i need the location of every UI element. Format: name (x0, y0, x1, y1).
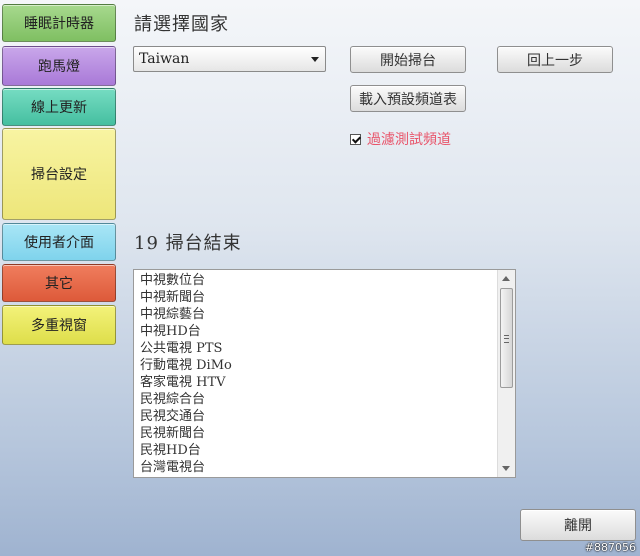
list-item[interactable]: 民視交通台 (140, 408, 493, 425)
back-button[interactable]: 回上一步 (497, 46, 613, 73)
sidebar-item-scan-settings[interactable]: 掃台設定 (2, 128, 116, 220)
list-item[interactable]: 中視數位台 (140, 272, 493, 289)
filter-test-channel-checkbox[interactable] (350, 133, 361, 145)
sidebar-item-marquee[interactable]: 跑馬燈 (2, 46, 116, 86)
sidebar-item-other[interactable]: 其它 (2, 264, 116, 302)
scrollbar-thumb[interactable] (500, 288, 513, 388)
list-item[interactable]: 民視新聞台 (140, 425, 493, 442)
dropdown-arrow-icon[interactable] (311, 57, 319, 62)
scroll-up-arrow-icon[interactable] (502, 276, 510, 281)
country-select[interactable]: Taiwan (133, 46, 326, 72)
list-item[interactable]: 中視HD台 (140, 323, 493, 340)
scan-result-title: 19 掃台結束 (134, 233, 242, 254)
watermark: #887056 (584, 541, 636, 554)
list-item[interactable]: 行動電視 DiMo (140, 357, 493, 374)
list-item[interactable]: 台灣電視台 (140, 459, 493, 476)
start-scan-button[interactable]: 開始掃台 (350, 46, 466, 73)
channel-list-scrollbar[interactable] (497, 270, 515, 477)
grip-icon (504, 335, 509, 343)
filter-test-channel-row[interactable]: 過濾測試頻道 (350, 129, 451, 149)
filter-test-channel-label[interactable]: 過濾測試頻道 (367, 129, 451, 149)
channel-list-items: 中視數位台 中視新聞台 中視綜藝台 中視HD台 公共電視 PTS 行動電視 Di… (140, 272, 493, 476)
list-item[interactable]: 公共電視 PTS (140, 340, 493, 357)
sidebar-item-user-interface[interactable]: 使用者介面 (2, 223, 116, 261)
list-item[interactable]: 中視新聞台 (140, 289, 493, 306)
load-default-channels-button[interactable]: 載入預設頻道表 (350, 85, 466, 112)
sidebar-item-sleep-timer[interactable]: 睡眠計時器 (2, 4, 116, 42)
sidebar-item-online-update[interactable]: 線上更新 (2, 88, 116, 126)
scroll-down-arrow-icon[interactable] (502, 466, 510, 471)
list-item[interactable]: 中視綜藝台 (140, 306, 493, 323)
list-item[interactable]: 民視綜合台 (140, 391, 493, 408)
country-select-value: Taiwan (139, 51, 190, 67)
channel-list[interactable]: 中視數位台 中視新聞台 中視綜藝台 中視HD台 公共電視 PTS 行動電視 Di… (133, 269, 516, 478)
list-item[interactable]: 民視HD台 (140, 442, 493, 459)
exit-button[interactable]: 離開 (520, 509, 636, 541)
country-title: 請選擇國家 (134, 14, 229, 35)
sidebar-item-multi-window[interactable]: 多重視窗 (2, 305, 116, 345)
list-item[interactable]: 客家電視 HTV (140, 374, 493, 391)
